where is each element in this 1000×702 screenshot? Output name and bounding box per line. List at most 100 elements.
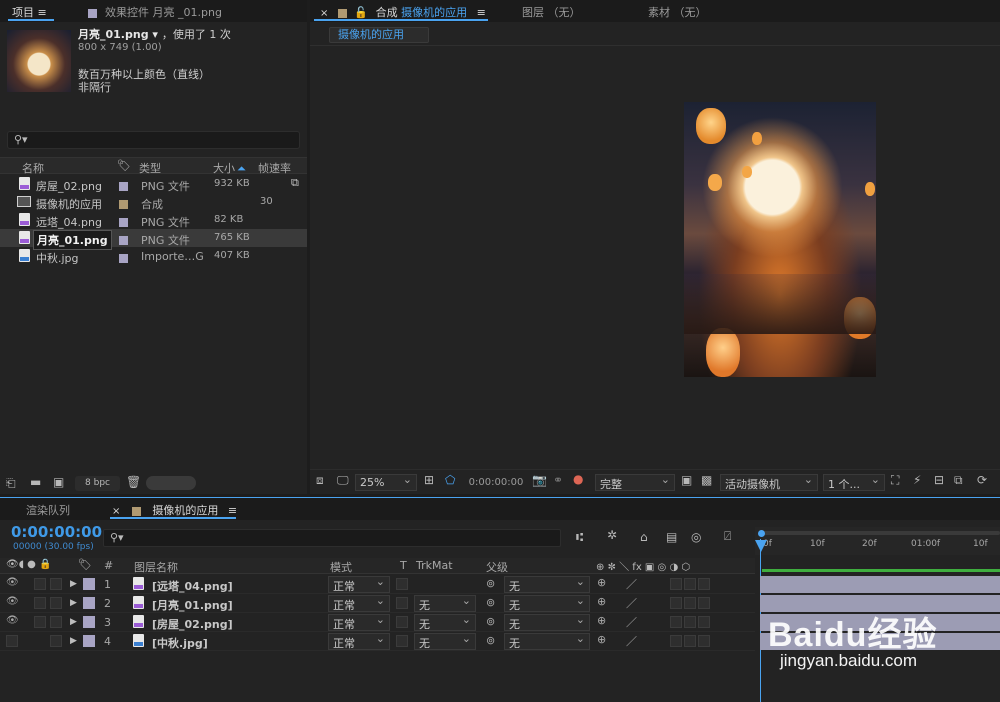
new-folder-icon[interactable]: ▬ [30, 475, 41, 489]
timeline-current-time[interactable]: 0:00:00:00 [11, 523, 102, 541]
snapshot-camera-icon[interactable]: 📷 [532, 473, 547, 487]
current-time-display[interactable]: 0:00:00:00 [465, 474, 527, 491]
label-tag-icon[interactable]: 🏷 [117, 159, 131, 172]
interpret-footage-icon[interactable]: ⎗ [6, 476, 16, 491]
eye-icon[interactable]: 👁 [6, 577, 19, 588]
shy-icon[interactable]: ⊕ [597, 614, 606, 627]
panel-menu-icon[interactable]: ≡ [38, 6, 47, 19]
parent-select[interactable]: 无 [504, 613, 590, 631]
col-name[interactable]: 名称 [22, 160, 44, 176]
zoom-select[interactable]: 25% [355, 473, 417, 491]
playhead-marker-icon[interactable] [755, 540, 767, 552]
expand-arrow-icon[interactable]: ▶ [70, 579, 77, 589]
panel-menu-icon[interactable]: ≡ [228, 504, 237, 517]
project-item[interactable]: 摄像机的应用 合成 30 [0, 193, 307, 211]
layer-row[interactable]: ▶ 4 [中秋.jpg] 正常 无 ⊚ 无 ⊕ ／ [0, 632, 755, 651]
flowchart-icon[interactable]: ⧉ [291, 176, 299, 190]
motion-blur-icon[interactable]: ◎ [691, 530, 701, 544]
new-composition-icon[interactable]: ▣ [53, 475, 64, 489]
tab-composition[interactable]: × 🔓 合成 摄像机的应用 ≡ [320, 4, 486, 20]
tab-project[interactable]: 项目 ≡ [12, 4, 47, 20]
quality-icon[interactable]: ／ [626, 576, 637, 592]
pickwhip-icon[interactable]: ⊚ [486, 634, 495, 647]
label-tag-icon[interactable]: 🏷 [78, 558, 92, 571]
shy-icon[interactable]: ⊕ [597, 576, 606, 589]
time-ruler[interactable]: 0f 10f 20f 01:00f 10f [755, 527, 1000, 555]
shy-layers-icon[interactable]: ⌂ [640, 530, 648, 544]
mask-visibility-icon[interactable]: ⬠ [445, 473, 455, 487]
shy-icon[interactable]: ⊕ [597, 633, 606, 646]
frame-blending-icon[interactable]: ▤ [666, 530, 677, 544]
pickwhip-icon[interactable]: ⊚ [486, 596, 495, 609]
pickwhip-icon[interactable]: ⊚ [486, 577, 495, 590]
project-item[interactable]: 中秋.jpg Importe…G 407 KB [0, 247, 307, 265]
mode-select[interactable]: 正常 [328, 632, 390, 650]
project-item-selected[interactable]: 月亮_01.png PNG 文件 765 KB [0, 229, 307, 250]
layer-name[interactable]: [远塔_04.png] [152, 578, 233, 594]
pickwhip-icon[interactable]: ⊚ [486, 615, 495, 628]
col-fps[interactable]: 帧速率 [258, 160, 291, 176]
flowchart-icon[interactable]: ⧉ [954, 473, 963, 488]
col-size[interactable]: 大小 ⏶ [213, 160, 246, 176]
trkmat-select[interactable]: 无 [414, 632, 476, 650]
transparency-grid-icon[interactable]: ▩ [701, 473, 712, 487]
resolution-select[interactable]: 完整 [595, 473, 675, 491]
parent-select[interactable]: 无 [504, 594, 590, 612]
col-parent[interactable]: 父级 [486, 559, 508, 575]
timeline-search-input[interactable]: ⚲▾ [103, 529, 561, 547]
layer-row[interactable]: 👁 ▶ 3 [房屋_02.png] 正常 无 ⊚ 无 ⊕ ／ [0, 613, 755, 632]
tab-footage[interactable]: 素材 （无） [648, 4, 707, 20]
trkmat-select[interactable]: 无 [414, 594, 476, 612]
layer-name[interactable]: [房屋_02.png] [152, 616, 233, 632]
channel-rgb-icon[interactable]: ● [573, 472, 583, 486]
comp-breadcrumb[interactable]: 摄像机的应用 [329, 27, 429, 43]
always-preview-icon[interactable]: ⧈ [316, 473, 324, 488]
layer-duration-bar[interactable] [760, 576, 1000, 593]
project-item[interactable]: 房屋_02.png PNG 文件 932 KB ⧉ [0, 175, 307, 193]
lock-icon[interactable]: 🔓 [354, 6, 368, 19]
delete-trash-icon[interactable]: 🗑 [126, 475, 141, 489]
close-icon[interactable]: × [112, 506, 120, 517]
eye-icon[interactable]: 👁 [6, 615, 19, 626]
panel-menu-icon[interactable]: ≡ [477, 6, 486, 19]
camera-view-select[interactable]: 活动摄像机 [720, 473, 818, 491]
shy-icon[interactable]: ⊕ [597, 595, 606, 608]
tab-effect-controls[interactable]: 效果控件 月亮 _01.png [88, 4, 222, 20]
footage-name[interactable]: 月亮_01.png ▾ [78, 28, 158, 41]
mode-select[interactable]: 正常 [328, 575, 390, 593]
graph-editor-icon[interactable]: ⍁ [724, 529, 731, 544]
mode-select[interactable]: 正常 [328, 613, 390, 631]
project-search-input[interactable]: ⚲▾ [7, 131, 300, 149]
region-of-interest-icon[interactable]: ▣ [681, 473, 692, 487]
video-toggle[interactable] [6, 635, 18, 647]
timeline-icon[interactable]: ⊟ [934, 473, 944, 487]
quality-icon[interactable]: ／ [626, 614, 637, 630]
tab-layer[interactable]: 图层 （无） [522, 4, 581, 20]
expand-arrow-icon[interactable]: ▶ [70, 636, 77, 646]
project-item[interactable]: 远塔_04.png PNG 文件 82 KB [0, 211, 307, 229]
tab-render-queue[interactable]: 渲染队列 [26, 502, 70, 518]
eye-icon[interactable]: 👁 [6, 596, 19, 607]
comp-mini-flowchart-icon[interactable]: ⑆ [576, 530, 583, 544]
parent-select[interactable]: 无 [504, 575, 590, 593]
bit-depth-button[interactable]: 8 bpc [75, 476, 120, 491]
quality-icon[interactable]: ／ [626, 595, 637, 611]
draft-3d-icon[interactable]: ✲ [607, 528, 617, 542]
toggle-pixel-aspect-icon[interactable]: ⛶ [891, 473, 899, 488]
layer-name[interactable]: [月亮_01.png] [152, 597, 233, 613]
col-mode[interactable]: 模式 [330, 559, 352, 575]
reset-exposure-icon[interactable]: ⟳ [977, 473, 987, 487]
col-layer-name[interactable]: 图层名称 [134, 559, 178, 575]
composition-viewer-image[interactable] [684, 102, 876, 377]
fast-preview-icon[interactable]: ⚡ [913, 473, 921, 487]
trkmat-select[interactable]: 无 [414, 613, 476, 631]
quality-icon[interactable]: ／ [626, 633, 637, 649]
close-icon[interactable]: × [320, 8, 328, 19]
parent-select[interactable]: 无 [504, 632, 590, 650]
col-type[interactable]: 类型 [139, 160, 161, 176]
display-icon[interactable]: 🖵 [337, 473, 349, 488]
tab-timeline-comp[interactable]: × 摄像机的应用 ≡ [112, 502, 237, 518]
safe-margins-icon[interactable]: ⊞ [424, 473, 434, 487]
view-layout-select[interactable]: 1 个... [823, 473, 885, 491]
show-snapshot-icon[interactable]: ⚭ [553, 473, 563, 487]
